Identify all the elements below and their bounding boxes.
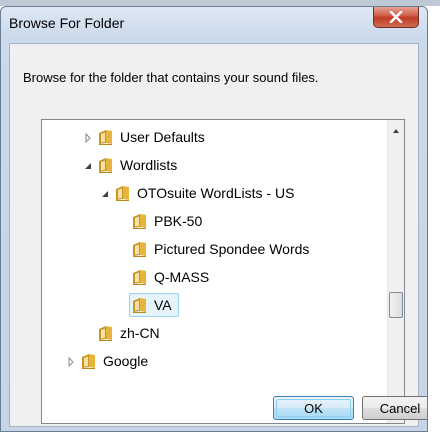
instruction-text: Browse for the folder that contains your… <box>23 70 319 85</box>
tree-item-label: Wordlists <box>120 157 178 173</box>
expanded-triangle-icon[interactable] <box>84 161 92 171</box>
tree-item-label: User Defaults <box>120 129 205 145</box>
tree-item[interactable]: VA <box>42 292 387 320</box>
tree-item[interactable]: Wordlists <box>42 152 387 180</box>
tree-item-label: VA <box>154 297 172 313</box>
folder-icon <box>99 158 112 173</box>
ok-button-label: OK <box>304 400 323 416</box>
folder-icon <box>99 326 112 341</box>
tree-item-label: OTOsuite WordLists - US <box>137 185 295 201</box>
folder-icon <box>116 186 129 201</box>
folder-icon <box>133 242 146 257</box>
cancel-button-label: Cancel <box>379 400 421 416</box>
tree-item-label: PBK-50 <box>154 213 203 229</box>
expanded-triangle-icon[interactable] <box>101 189 109 199</box>
collapsed-triangle-icon[interactable] <box>84 133 92 143</box>
cancel-button[interactable]: Cancel <box>362 396 427 420</box>
tree-item-label: Pictured Spondee Words <box>154 241 310 257</box>
tree-item-label: Q-MASS <box>154 269 210 285</box>
tree-item[interactable]: OTOsuite WordLists - US <box>42 180 387 208</box>
ok-button[interactable]: OK <box>273 396 354 420</box>
scroll-up-arrow-icon[interactable] <box>391 126 401 136</box>
close-icon <box>389 10 403 23</box>
browse-for-folder-dialog: Browse For Folder Browse for the folder … <box>0 6 428 432</box>
tree-item[interactable]: User Defaults <box>42 124 387 152</box>
vertical-scrollbar[interactable] <box>387 120 404 423</box>
folder-icon <box>99 130 112 145</box>
tree-item-label: zh-CN <box>120 325 160 341</box>
folder-tree[interactable]: User Defaults Wordlists OTOsuite WordLists… <box>41 119 405 424</box>
scrollbar-thumb[interactable] <box>389 292 403 318</box>
tree-item[interactable]: Google <box>42 348 387 376</box>
tree-item[interactable]: PBK-50 <box>42 208 387 236</box>
window-title: Browse For Folder <box>9 15 125 31</box>
folder-icon <box>82 354 95 369</box>
tree-item[interactable]: Pictured Spondee Words <box>42 236 387 264</box>
folder-icon <box>133 270 146 285</box>
dialog-client-area: Browse for the folder that contains your… <box>9 43 427 427</box>
tree-item[interactable]: zh-CN <box>42 320 387 348</box>
tree-item-label: Google <box>103 353 149 369</box>
collapsed-triangle-icon[interactable] <box>67 357 75 367</box>
tree-item[interactable]: Q-MASS <box>42 264 387 292</box>
folder-icon <box>133 214 146 229</box>
title-bar[interactable]: Browse For Folder <box>1 7 427 41</box>
close-button[interactable] <box>373 7 419 28</box>
folder-icon <box>133 298 146 313</box>
